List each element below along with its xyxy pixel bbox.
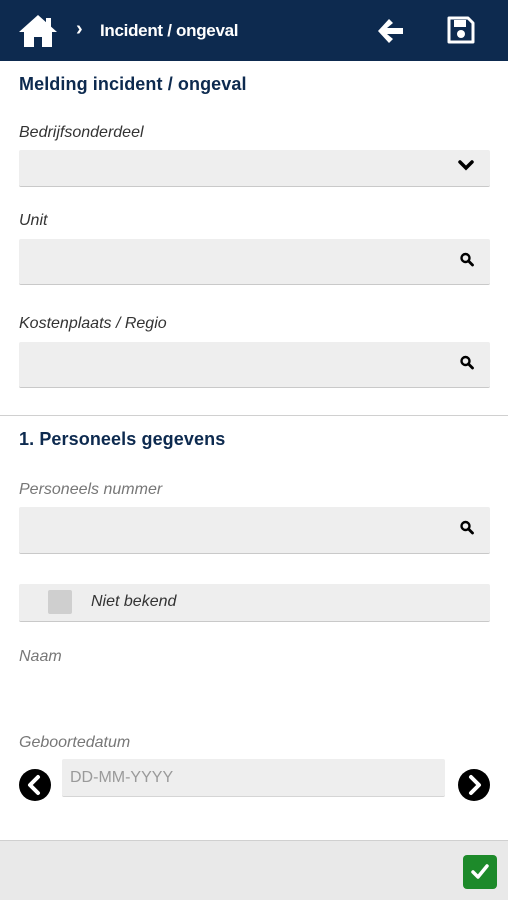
breadcrumb-separator: ›	[76, 18, 83, 40]
niet-bekend-checkbox[interactable]	[48, 590, 72, 614]
chevron-down-icon	[458, 159, 474, 177]
confirm-button[interactable]	[463, 855, 497, 889]
chevron-left-circle-icon[interactable]	[19, 769, 51, 801]
checkmark-icon	[471, 864, 489, 879]
section-title-melding: Melding incident / ongeval	[19, 74, 247, 94]
arrow-left-icon[interactable]	[376, 17, 406, 45]
personeelsnummer-lookup-field[interactable]	[19, 507, 490, 554]
search-icon[interactable]	[460, 520, 474, 540]
app-header: › Incident / ongeval	[0, 0, 508, 61]
section-divider	[0, 415, 508, 416]
geboortedatum-input[interactable]	[62, 759, 445, 797]
footer-bar	[0, 840, 508, 900]
niet-bekend-row: Niet bekend	[19, 584, 490, 622]
naam-label: Naam	[19, 648, 62, 665]
bedrijfsonderdeel-label: Bedrijfsonderdeel	[19, 124, 144, 141]
unit-lookup-field[interactable]	[19, 239, 490, 285]
search-icon[interactable]	[460, 252, 474, 271]
unit-label: Unit	[19, 212, 48, 229]
page-title: Incident / ongeval	[100, 21, 239, 40]
geboortedatum-label: Geboortedatum	[19, 734, 131, 751]
bedrijfsonderdeel-select[interactable]	[19, 150, 490, 187]
search-icon[interactable]	[460, 355, 474, 374]
niet-bekend-label: Niet bekend	[91, 593, 177, 610]
home-icon[interactable]	[17, 13, 59, 49]
kostenplaats-label: Kostenplaats / Regio	[19, 315, 167, 332]
section-title-personeels: 1. Personeels gegevens	[19, 429, 226, 449]
kostenplaats-lookup-field[interactable]	[19, 342, 490, 388]
chevron-right-circle-icon[interactable]	[458, 769, 490, 801]
personeelsnummer-label: Personeels nummer	[19, 481, 163, 498]
floppy-disk-icon[interactable]	[446, 15, 476, 45]
